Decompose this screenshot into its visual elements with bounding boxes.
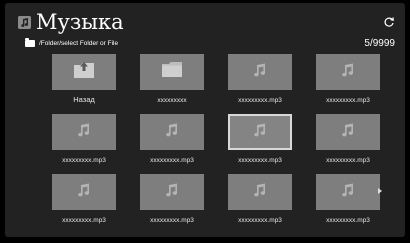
breadcrumb: /Folder/select Folder or File — [25, 38, 119, 48]
file-tile[interactable]: xxxxxxxxx.mp3 — [130, 114, 214, 174]
tile-label: Назад — [73, 95, 95, 104]
folder-icon — [25, 38, 35, 47]
tile-thumbnail — [140, 54, 204, 90]
tile-thumbnail — [52, 114, 116, 150]
music-note-icon — [341, 182, 355, 203]
tile-label: xxxxxxxxx.mp3 — [150, 157, 194, 164]
tile-thumbnail — [140, 174, 204, 210]
current-path: /Folder/select Folder or File — [39, 40, 119, 47]
file-tile[interactable]: xxxxxxxxx.mp3 — [130, 174, 214, 234]
music-note-icon — [253, 62, 267, 83]
music-note-icon — [77, 122, 91, 143]
tile-label: xxxxxxxxx.mp3 — [326, 157, 370, 164]
tile-label: xxxxxxxxx.mp3 — [238, 217, 282, 224]
tile-thumbnail — [316, 54, 380, 90]
page-title: Музыка — [36, 10, 124, 34]
music-note-icon — [341, 122, 355, 143]
file-tile[interactable]: xxxxxxxxx.mp3 — [218, 174, 302, 234]
tile-thumbnail — [52, 174, 116, 210]
folder-icon — [162, 62, 182, 82]
back-tile[interactable]: Назад — [42, 54, 126, 114]
tile-thumbnail — [228, 114, 292, 150]
tile-thumbnail — [228, 174, 292, 210]
file-tile[interactable]: xxxxxxxxx.mp3 — [306, 114, 390, 174]
tile-label: xxxxxxxxx.mp3 — [150, 217, 194, 224]
tile-label: xxxxxxxxx.mp3 — [326, 97, 370, 104]
tile-label: xxxxxxxxx — [157, 97, 187, 104]
music-app-icon — [18, 16, 31, 29]
scroll-right-arrow-icon[interactable] — [378, 188, 382, 194]
tile-thumbnail — [316, 174, 380, 210]
refresh-icon[interactable] — [383, 15, 395, 27]
tile-label: xxxxxxxxx.mp3 — [62, 157, 106, 164]
file-tile[interactable]: xxxxxxxxx.mp3 — [218, 54, 302, 114]
music-note-icon — [77, 182, 91, 203]
folder-tile[interactable]: xxxxxxxxx — [130, 54, 214, 114]
tile-thumbnail — [316, 114, 380, 150]
music-note-icon — [253, 122, 267, 143]
file-tile[interactable]: xxxxxxxxx.mp3 — [306, 174, 390, 234]
tile-thumbnail — [52, 54, 116, 90]
media-browser-screen: Музыка /Folder/select Folder or File 5/9… — [5, 3, 405, 237]
file-tile[interactable]: xxxxxxxxx.mp3 — [218, 114, 302, 174]
tile-label: xxxxxxxxx.mp3 — [326, 217, 370, 224]
file-tile[interactable]: xxxxxxxxx.mp3 — [42, 114, 126, 174]
music-note-icon — [253, 182, 267, 203]
tile-label: xxxxxxxxx.mp3 — [62, 217, 106, 224]
tile-thumbnail — [140, 114, 204, 150]
music-note-icon — [165, 182, 179, 203]
music-note-icon — [341, 62, 355, 83]
tile-thumbnail — [228, 54, 292, 90]
item-counter: 5/9999 — [364, 38, 395, 49]
file-grid: Назад xxxxxxxxx xxxxxxxxx.mp3 xxxxxxxxx.mp3… — [42, 54, 390, 234]
music-note-icon — [165, 122, 179, 143]
file-tile[interactable]: xxxxxxxxx.mp3 — [306, 54, 390, 114]
file-tile[interactable]: xxxxxxxxx.mp3 — [42, 174, 126, 234]
tile-label: xxxxxxxxx.mp3 — [238, 157, 282, 164]
folder-up-icon — [74, 61, 94, 83]
tile-label: xxxxxxxxx.mp3 — [238, 97, 282, 104]
